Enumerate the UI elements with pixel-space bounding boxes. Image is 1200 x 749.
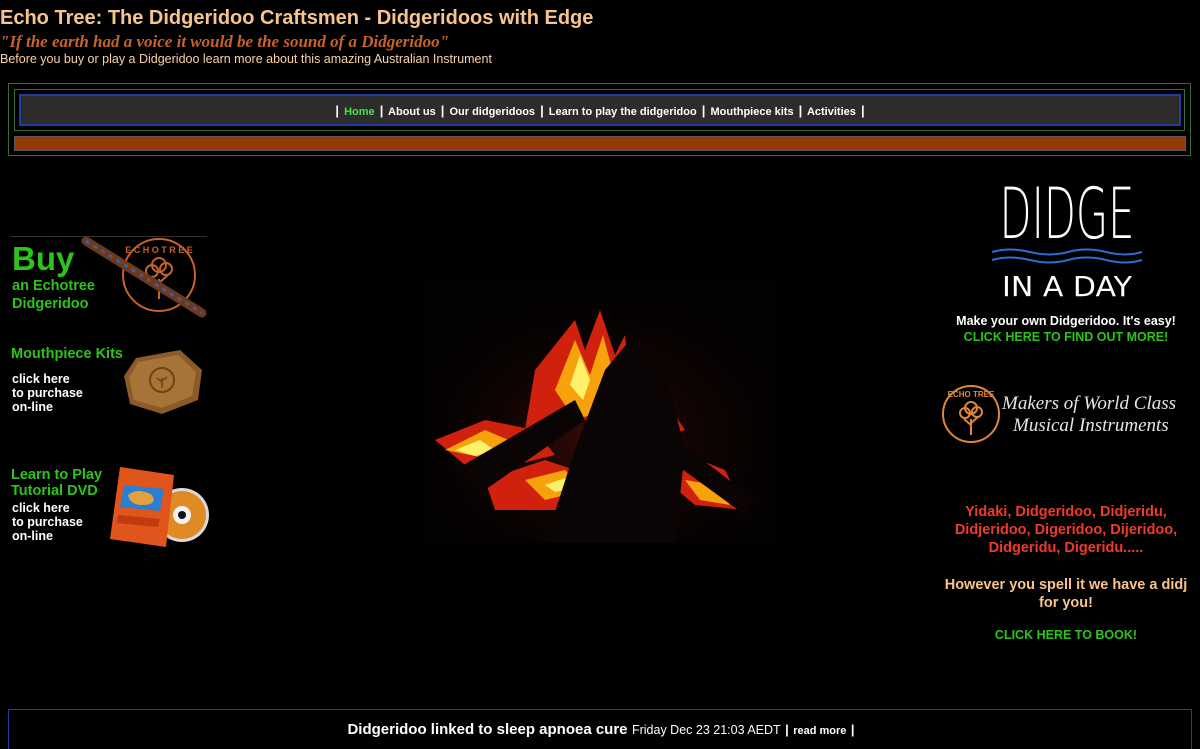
read-more-link[interactable]: read more [793, 725, 846, 737]
didgeridoo-spellings: Yidaki, Didgeridoo, Didjeridu, Didjerido… [954, 504, 1178, 556]
buy-line-2: Didgeridoo [12, 296, 89, 312]
book-link[interactable]: CLICK HERE TO BOOK! [935, 628, 1197, 642]
buy-heading: Buy [12, 240, 75, 277]
makers-of-world-class-logo: ECHO TREE Makers of World Class Musical … [940, 380, 1192, 446]
news-headline[interactable]: Didgeridoo linked to sleep apnoea cure [347, 721, 627, 738]
news-item: Didgeridoo linked to sleep apnoea cure F… [347, 721, 855, 738]
svg-text:IN A DAY: IN A DAY [1002, 270, 1133, 302]
buy-didgeridoo-promo[interactable]: Buy an Echotree Didgeridoo E C H O T R E… [10, 236, 207, 321]
mouthpiece-line-2: to purchase [12, 386, 83, 400]
echo-tree-seal-icon: ECHO TREE [942, 385, 1000, 443]
spelling-message: However you spell it we have a didj for … [944, 577, 1188, 611]
subtitle: Before you buy or play a Didgeridoo lear… [0, 52, 492, 66]
find-out-more-link[interactable]: CLICK HERE TO FIND OUT MORE! [935, 330, 1197, 344]
mouthpiece-line-1: click here [12, 372, 70, 386]
beeswax-mouthpiece-icon [124, 350, 202, 414]
tagline: "If the earth had a voice it would be th… [0, 32, 450, 51]
mouthpiece-kits-promo[interactable]: Mouthpiece Kits click here to purchase o… [10, 344, 207, 424]
didgeridoo-logo-icon: E C H O T R E E [81, 237, 207, 318]
dvd-line-1: click here [12, 501, 70, 515]
makers-line-1: Makers of World Class [1002, 393, 1177, 414]
decorative-bar [14, 136, 1186, 151]
make-your-own-text: Make your own Didgeridoo. It's easy! [956, 314, 1176, 328]
didge-in-a-day-logo[interactable]: DIDGE D IN A DAY [990, 172, 1145, 303]
campfire-image [425, 280, 775, 543]
dvd-line-3: on-line [12, 529, 53, 543]
nav-our-didgeridoos[interactable]: Our didgeridoos [449, 106, 535, 118]
dvd-title-1: Learn to Play [11, 467, 103, 483]
svg-text:ECHO TREE: ECHO TREE [948, 390, 995, 399]
dvd-line-2: to purchase [12, 515, 83, 529]
nav-activities[interactable]: Activities [807, 106, 856, 118]
dvd-title-2: Tutorial DVD [11, 483, 98, 499]
site-title: Echo Tree: The Didgeridoo Craftsmen - Di… [0, 7, 594, 29]
svg-text:E C H O T R E E: E C H O T R E E [125, 245, 193, 255]
news-panel: Didgeridoo linked to sleep apnoea cure F… [8, 709, 1192, 749]
nav-learn-to-play[interactable]: Learn to play the didgeridoo [549, 106, 697, 118]
main-nav: | Home | About us | Our didgeridoos | Le… [19, 94, 1181, 126]
makers-line-2: Musical Instruments [1013, 415, 1169, 436]
mouthpiece-title: Mouthpiece Kits [11, 346, 123, 362]
nav-about-us[interactable]: About us [388, 106, 436, 118]
nav-mouthpiece-kits[interactable]: Mouthpiece kits [710, 106, 793, 118]
nav-home[interactable]: Home [344, 106, 375, 118]
news-date: Friday Dec 23 21:03 AEDT [631, 723, 781, 737]
tutorial-dvd-promo[interactable]: Learn to Play Tutorial DVD click here to… [10, 465, 210, 550]
mouthpiece-line-3: on-line [12, 400, 53, 414]
dvd-case-icon [110, 467, 209, 547]
